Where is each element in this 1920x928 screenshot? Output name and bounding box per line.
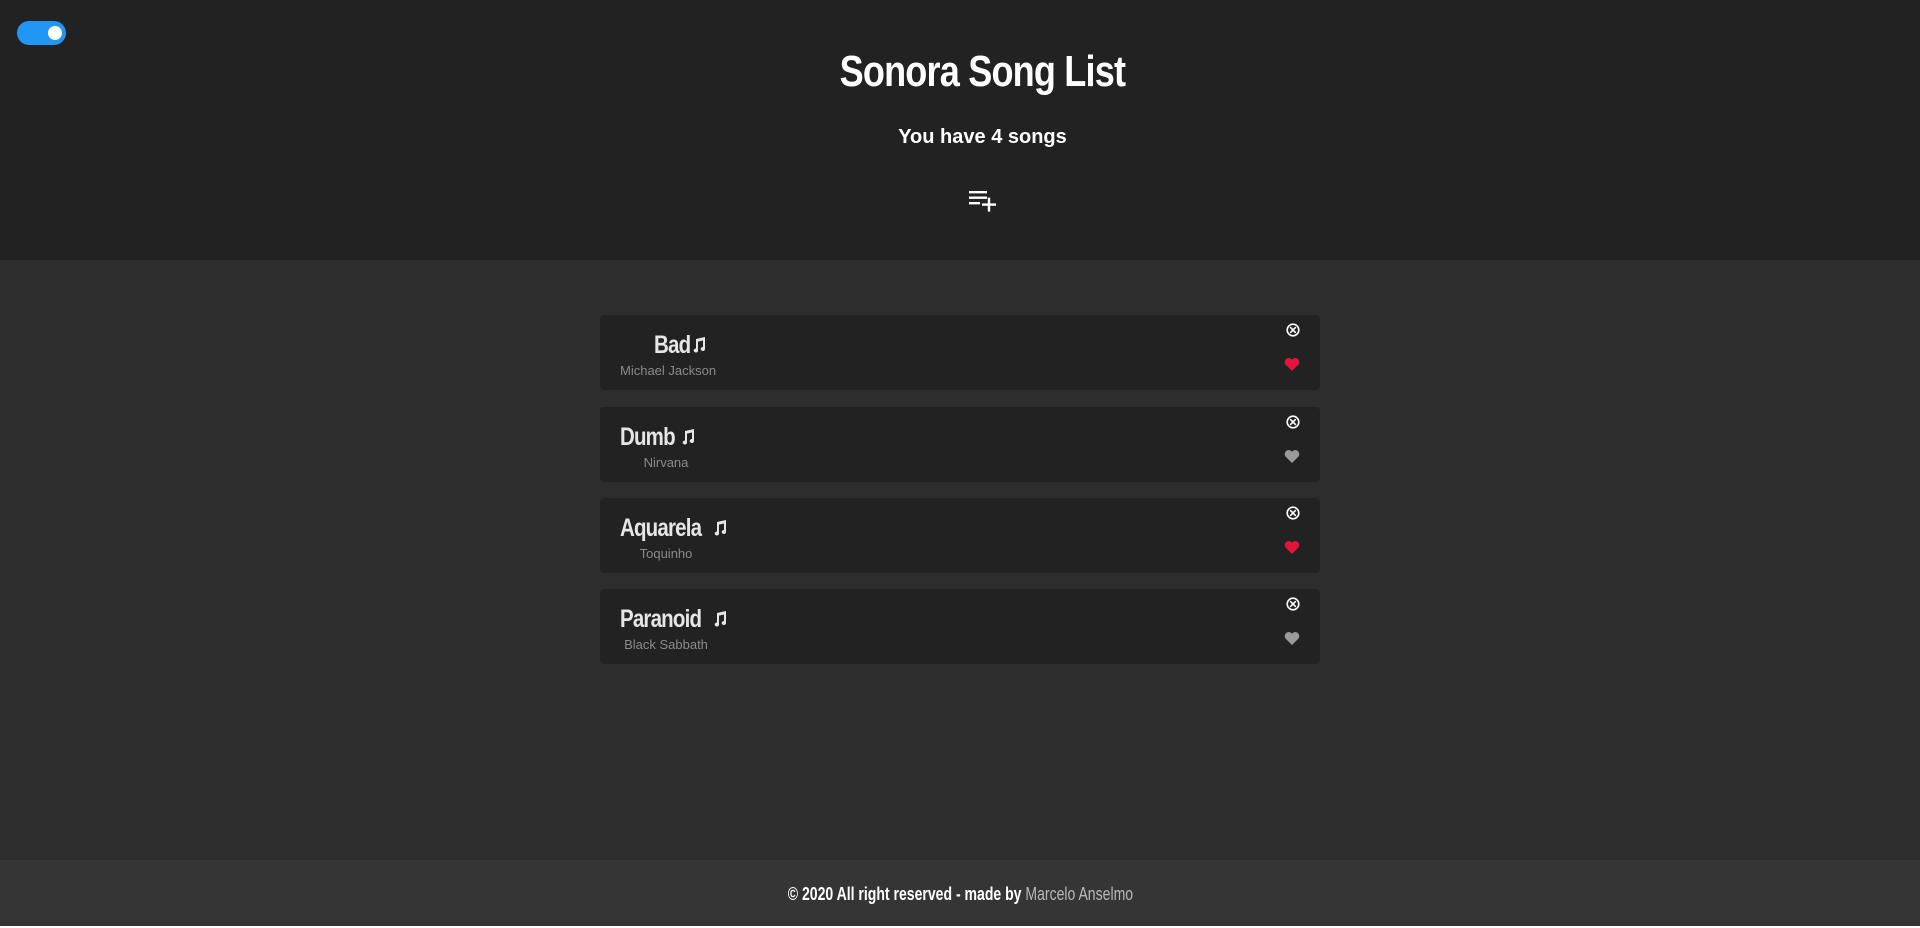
theme-toggle[interactable] (17, 21, 66, 45)
song-count: You have 4 songs (898, 126, 1067, 148)
song-card: Paranoid Black Sabbath (600, 589, 1320, 664)
song-title-line: Paranoid (620, 603, 740, 635)
song-title-wrap: Dumb (620, 421, 740, 453)
song-title: Bad (653, 331, 691, 359)
song-card: Bad Michael Jackson (600, 315, 1320, 390)
favorite-heart-icon[interactable] (1284, 631, 1300, 646)
music-note-icon (714, 520, 727, 536)
favorite-heart-icon[interactable] (1284, 449, 1300, 464)
song-artist: Nirvana (643, 455, 689, 470)
add-song-button[interactable] (969, 190, 997, 212)
song-artist: Black Sabbath (624, 637, 708, 652)
song-title-wrap: Paranoid (620, 603, 740, 635)
remove-song-icon[interactable] (1286, 323, 1300, 337)
song-title: Paranoid (620, 605, 702, 633)
footer-text: © 2020 All right reserved - made by Marc… (787, 882, 1132, 906)
music-note-icon (693, 337, 706, 353)
music-note-icon (714, 611, 727, 627)
song-title-line: Aquarela (620, 512, 740, 544)
playlist-add-icon (969, 191, 996, 212)
song-title-line: Bad (620, 329, 740, 361)
footer-copyright: © 2020 All right reserved - made by (787, 884, 1025, 904)
remove-song-icon[interactable] (1286, 415, 1300, 429)
page: Sonora Song List You have 4 songs Bad Mic… (0, 0, 1920, 928)
song-title: Dumb (620, 423, 676, 451)
song-title-wrap: Aquarela (620, 512, 740, 544)
remove-song-icon[interactable] (1286, 506, 1300, 520)
song-title-line: Dumb (620, 421, 740, 453)
favorite-heart-icon[interactable] (1284, 357, 1300, 372)
favorite-heart-icon[interactable] (1284, 540, 1300, 555)
footer: © 2020 All right reserved - made by Marc… (0, 860, 1920, 926)
song-artist: Toquinho (639, 546, 693, 561)
footer-author-link[interactable]: Marcelo Anselmo (1025, 884, 1133, 904)
toggle-knob (48, 26, 62, 40)
song-title-wrap: Bad (620, 329, 740, 361)
song-card: Dumb Nirvana (600, 407, 1320, 482)
song-artist: Michael Jackson (620, 363, 717, 378)
page-title: Sonora Song List (839, 47, 1126, 96)
remove-song-icon[interactable] (1286, 597, 1300, 611)
song-card: Aquarela Toquinho (600, 498, 1320, 573)
song-list: Bad Michael Jackson Dumb Nirvana Aquarela Toq… (0, 260, 1920, 860)
song-title: Aquarela (620, 514, 702, 542)
header: Sonora Song List You have 4 songs (0, 0, 1920, 260)
music-note-icon (682, 429, 694, 445)
